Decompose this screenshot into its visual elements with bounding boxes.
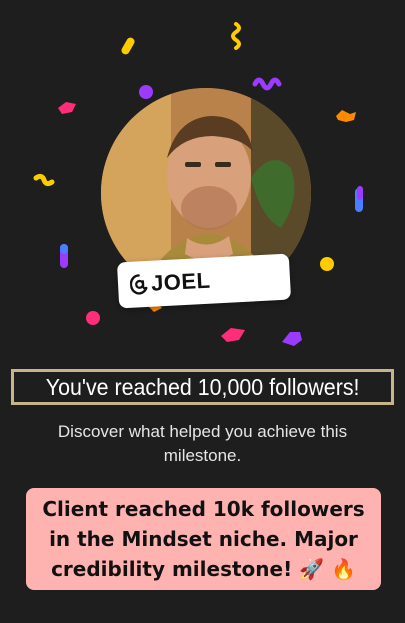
caption-text: Client reached 10k followers in the Mind… [42, 497, 365, 581]
milestone-subtext: Discover what helped you achieve this mi… [57, 422, 348, 465]
milestone-headline: You've reached 10,000 followers! [45, 373, 360, 400]
confetti-piece [252, 77, 282, 91]
confetti-piece [121, 37, 135, 55]
confetti-piece [33, 173, 55, 187]
confetti-piece [139, 85, 153, 99]
confetti-piece [282, 332, 302, 346]
confetti-piece [231, 22, 241, 50]
caption-box: Client reached 10k followers in the Mind… [26, 488, 381, 590]
confetti-piece [357, 186, 363, 200]
profile-handle: JOEL [150, 267, 212, 296]
milestone-screen: JOEL You've reached 10,000 followers! Di… [0, 0, 405, 623]
confetti-piece [60, 244, 68, 254]
milestone-headline-box: You've reached 10,000 followers! [11, 369, 394, 405]
threads-at-icon [129, 274, 148, 295]
confetti-piece [221, 328, 245, 342]
confetti-piece [86, 311, 100, 325]
profile-handle-tag: JOEL [116, 253, 292, 309]
confetti-piece [336, 110, 356, 122]
confetti-piece [58, 102, 76, 114]
confetti-piece [320, 257, 334, 271]
